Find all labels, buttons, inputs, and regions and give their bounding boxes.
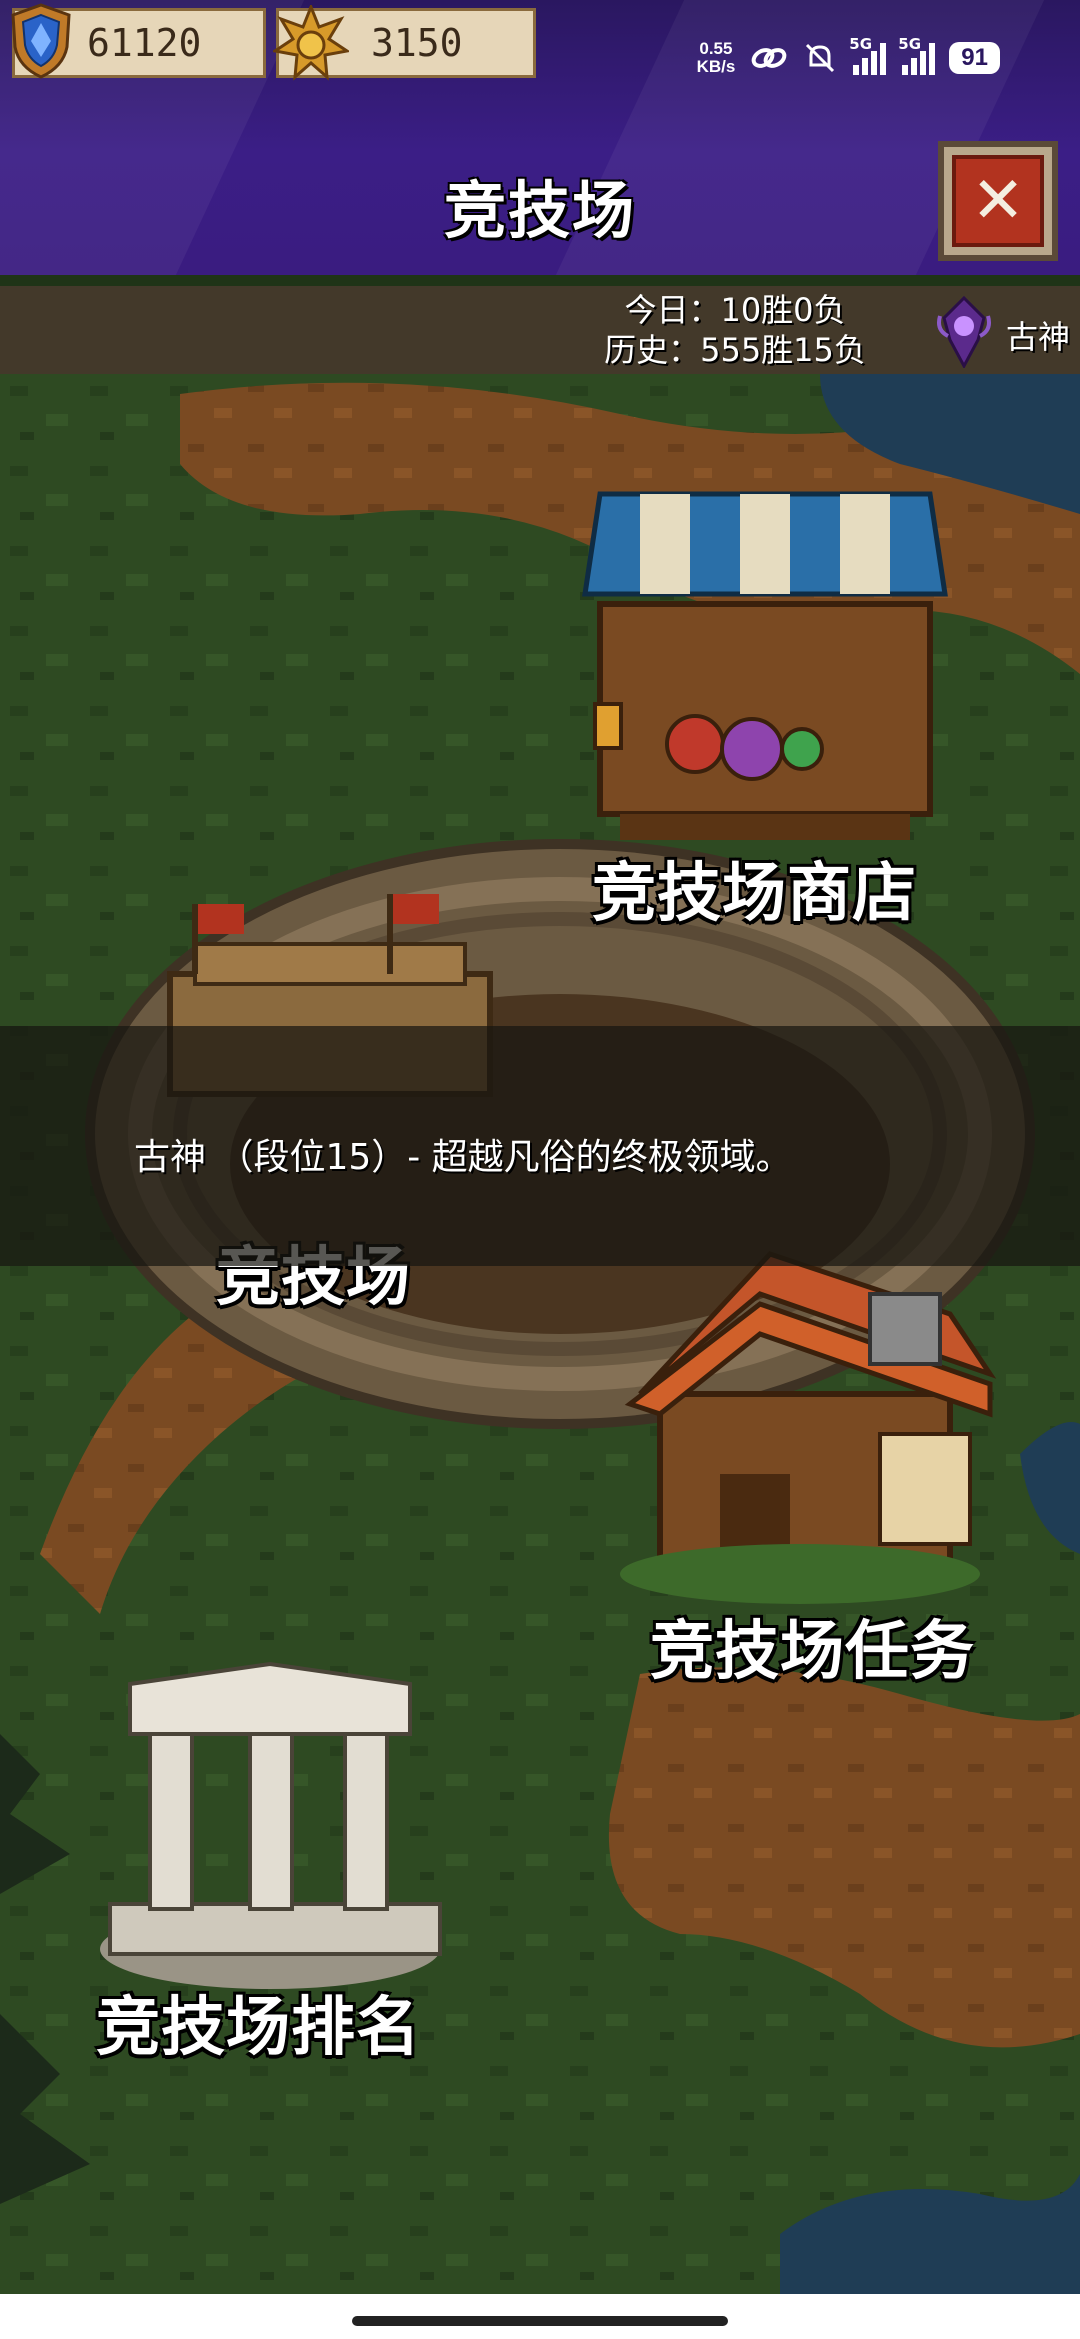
rank-name: 古神 (1006, 318, 1071, 356)
rank-description: 古神 （段位15）- 超越凡俗的终极领域。 (134, 1137, 792, 1178)
history-record: 历史：555胜15负 (604, 331, 866, 369)
arena-quests-button[interactable]: 竞技场任务 (650, 1600, 975, 1692)
arena-shop-button[interactable]: 竞技场商店 (592, 842, 917, 934)
medal-value: 3150 (371, 21, 463, 65)
honor-counter: 61120 (11, 3, 266, 79)
home-gesture-handle[interactable] (352, 2316, 728, 2326)
medal-counter: 3150 (273, 5, 536, 81)
today-record: 今日：10胜0负 (624, 291, 846, 329)
status-icons: 0.55 KB/s 5G 5G 91 (696, 35, 1000, 76)
purple-gem-icon (937, 296, 991, 368)
honor-value: 61120 (87, 21, 202, 65)
gold-sun-badge-icon (273, 5, 349, 81)
close-x-icon: ✕ (952, 155, 1044, 247)
arena-ranking-button[interactable]: 竞技场排名 (96, 1976, 421, 2068)
signal-icon: 5G (849, 35, 887, 75)
close-button[interactable]: ✕ (938, 141, 1058, 261)
page-title: 竞技场 (443, 174, 636, 247)
signal-icon: 5G (898, 35, 936, 75)
network-speed: 0.55 KB/s (696, 39, 736, 76)
battery-indicator: 91 (949, 42, 1000, 74)
resource-bar (0, 286, 1080, 374)
mute-bell-icon (806, 43, 835, 73)
battle-record: 今日：10胜0负 历史：555胜15负 (560, 290, 910, 370)
link-icon (751, 48, 787, 68)
blue-shield-icon (11, 3, 71, 79)
